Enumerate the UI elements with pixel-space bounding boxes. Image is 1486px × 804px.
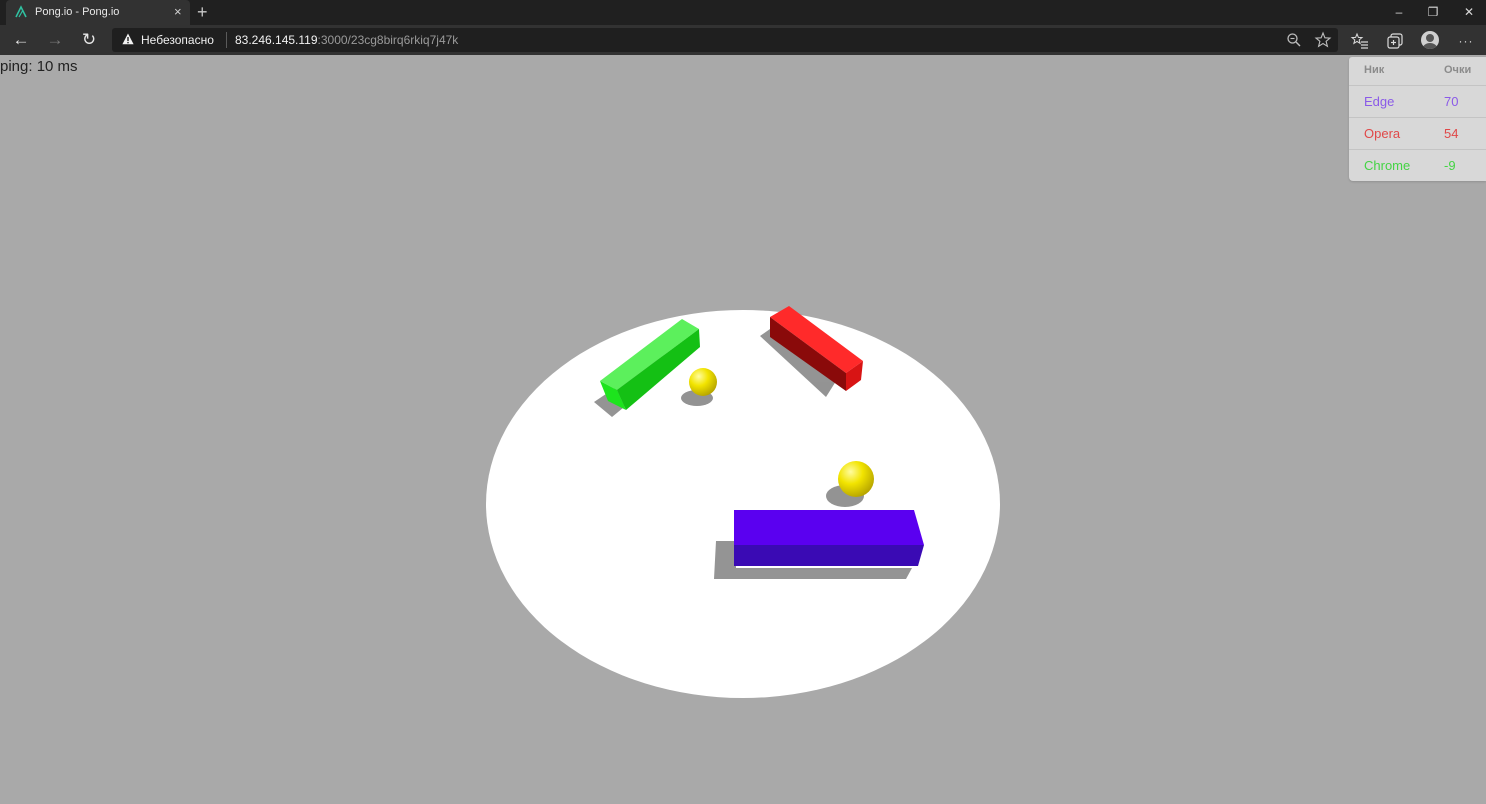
ping-indicator: ping: 10 ms [0,58,78,75]
game-canvas[interactable] [0,55,1486,804]
ball [689,368,717,396]
collections-icon[interactable] [1385,31,1405,51]
scoreboard-row: Opera 54 [1349,118,1486,150]
url-path: :3000/23cg8birq6rkiq7j47k [317,33,459,47]
warning-icon [122,33,134,45]
back-button[interactable]: ← [11,30,31,50]
address-bar-row: ← → ↻ Небезопасно 83.246.145.119:3000/23… [0,25,1486,55]
tab-pong[interactable]: Pong.io - Pong.io × [6,0,190,25]
pong-favicon-icon [15,5,27,18]
tab-title: Pong.io - Pong.io [35,6,120,18]
ball [838,461,874,497]
tab-close-icon[interactable]: × [174,4,182,20]
game-viewport: ping: 10 ms Ник Очки Edge 70 Opera 54 Ch… [0,55,1486,804]
player-nick: Edge [1364,94,1395,109]
player-score: 54 [1444,126,1459,141]
purple-paddle [734,510,924,566]
url-text[interactable]: 83.246.145.119:3000/23cg8birq6rkiq7j47k [235,33,458,47]
player-nick: Opera [1364,126,1401,141]
zoom-icon[interactable] [1285,31,1303,49]
tab-strip: Pong.io - Pong.io × + – ❐ ✕ [0,0,1486,25]
reload-button[interactable]: ↻ [79,30,99,50]
star-icon[interactable] [1314,31,1332,49]
player-score: -9 [1444,158,1456,173]
scoreboard-header-score: Очки [1444,64,1472,76]
scoreboard-row: Edge 70 [1349,86,1486,118]
profile-avatar-icon[interactable] [1421,31,1439,49]
close-window-button[interactable]: ✕ [1446,0,1486,25]
favorites-list-icon[interactable] [1350,31,1370,51]
url-divider [226,32,227,48]
more-icon[interactable]: ··· [1456,31,1476,51]
player-score: 70 [1444,94,1459,109]
new-tab-button[interactable]: + [197,2,208,22]
url-host: 83.246.145.119 [235,33,318,47]
scoreboard-header: Ник Очки [1349,57,1486,86]
scoreboard-header-nick: Ник [1364,64,1385,76]
address-field[interactable]: Небезопасно 83.246.145.119:3000/23cg8bir… [112,28,1338,52]
scoreboard: Ник Очки Edge 70 Opera 54 Chrome -9 [1349,57,1486,181]
scoreboard-row: Chrome -9 [1349,150,1486,181]
security-warning-text[interactable]: Небезопасно [141,33,214,47]
player-nick: Chrome [1364,158,1411,173]
forward-button[interactable]: → [45,30,65,50]
arena-floor [486,310,1000,698]
